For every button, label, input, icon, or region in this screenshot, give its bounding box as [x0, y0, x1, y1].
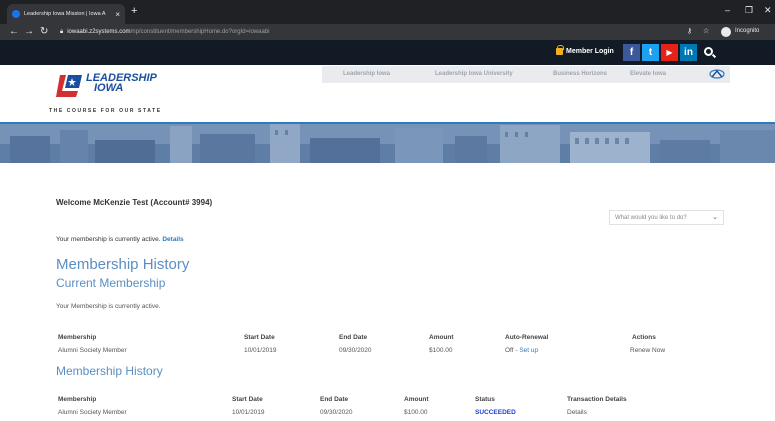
skyline-banner	[0, 122, 775, 163]
back-arrow-icon[interactable]: ←	[9, 26, 19, 38]
cell-end-date: 09/30/2020	[339, 347, 372, 354]
cell-end-date: 09/30/2020	[320, 409, 353, 416]
tab-close-icon[interactable]: ×	[115, 10, 120, 19]
transaction-details-link[interactable]: Details	[567, 409, 587, 416]
status-badge: SUCCEEDED	[475, 409, 516, 416]
new-tab-button[interactable]: +	[131, 6, 137, 17]
browser-tab-bar: Leadership Iowa Mission | Iowa A × + – ❐…	[0, 0, 775, 24]
auto-renewal-status: Off -	[505, 347, 520, 354]
cell-membership: Alumni Society Member	[58, 409, 127, 416]
banner-accent-line	[0, 122, 775, 124]
action-select[interactable]: What would you like to do? ⌄	[609, 210, 724, 225]
youtube-icon[interactable]: ▶	[661, 44, 678, 61]
favicon-icon	[12, 10, 20, 18]
browser-tab[interactable]: Leadership Iowa Mission | Iowa A ×	[7, 4, 125, 24]
member-login-link[interactable]: Member Login	[556, 45, 614, 55]
minimize-button[interactable]: –	[725, 5, 730, 15]
star-icon[interactable]: ☆	[703, 27, 709, 35]
col-membership: Membership	[58, 396, 97, 403]
top-nav: Leadership Iowa Leadership Iowa Universi…	[322, 66, 730, 83]
url-input[interactable]: 🔒︎ iowaabi.z2systems.com /np/constituent…	[60, 26, 680, 38]
col-end-date: End Date	[320, 396, 349, 403]
cell-start-date: 10/01/2019	[232, 409, 265, 416]
col-actions: Actions	[632, 334, 656, 341]
incognito-label: Incognito	[735, 28, 760, 34]
cell-auto-renewal: Off - Set up	[505, 347, 538, 354]
nav-leadership-iowa[interactable]: Leadership Iowa	[343, 71, 390, 77]
nav-elevate-iowa[interactable]: Elevate Iowa	[630, 71, 666, 77]
incognito-icon[interactable]	[721, 27, 731, 37]
twitter-icon[interactable]: t	[642, 44, 659, 61]
key-icon[interactable]: ⚷	[687, 27, 692, 35]
tab-title: Leadership Iowa Mission | Iowa A	[24, 11, 106, 17]
nav-leadership-iowa-university[interactable]: Leadership Iowa University	[435, 71, 513, 77]
secure-lock-icon: 🔒︎	[60, 28, 64, 35]
search-icon[interactable]	[704, 47, 713, 56]
action-select-placeholder: What would you like to do?	[615, 215, 687, 221]
site-top-bar: Member Login f t ▶ in	[0, 40, 775, 65]
col-auto-renewal: Auto-Renewal	[505, 334, 549, 341]
close-window-button[interactable]: ✕	[764, 5, 772, 16]
col-transaction-details: Transaction Details	[567, 396, 627, 403]
cell-start-date: 10/01/2019	[244, 347, 277, 354]
skyline-image	[0, 122, 775, 163]
cell-amount: $100.00	[404, 409, 428, 416]
cell-membership: Alumni Society Member	[58, 347, 127, 354]
abi-logo-icon[interactable]	[709, 69, 725, 79]
current-membership-note: Your Membership is currently active.	[56, 303, 161, 310]
renew-now-link[interactable]: Renew Now	[630, 347, 665, 354]
tagline: THE COURSE FOR OUR STATE	[49, 108, 162, 114]
url-path: /np/constituent/membershipHome.do?orgId=…	[130, 29, 270, 35]
col-amount: Amount	[429, 334, 454, 341]
col-end-date: End Date	[339, 334, 368, 341]
facebook-icon[interactable]: f	[623, 44, 640, 61]
col-start-date: Start Date	[244, 334, 275, 341]
logo-wordmark[interactable]: LEADERSHIP IOWA	[86, 73, 157, 94]
membership-status-text: Your membership is currently active.	[56, 236, 161, 243]
col-status: Status	[475, 396, 495, 403]
col-amount: Amount	[404, 396, 429, 403]
status-details-link[interactable]: Details	[162, 236, 183, 243]
nav-business-horizons[interactable]: Business Horizons	[553, 71, 607, 77]
col-membership: Membership	[58, 334, 97, 341]
set-up-link[interactable]: Set up	[519, 347, 538, 354]
member-login-label: Member Login	[566, 48, 614, 55]
maximize-button[interactable]: ❐	[745, 5, 753, 16]
url-host: iowaabi.z2systems.com	[67, 29, 131, 35]
forward-arrow-icon[interactable]: →	[24, 26, 34, 38]
logo-line-2: IOWA	[94, 82, 124, 94]
reload-icon[interactable]: ↻	[40, 26, 48, 38]
leadership-iowa-logo-icon[interactable]	[56, 75, 82, 97]
lock-icon	[556, 45, 564, 55]
cell-amount: $100.00	[429, 347, 453, 354]
membership-history-heading: Membership History	[56, 256, 190, 273]
chevron-down-icon: ⌄	[712, 214, 718, 221]
col-start-date: Start Date	[232, 396, 263, 403]
welcome-message: Welcome McKenzie Test (Account# 3994)	[56, 198, 213, 207]
current-membership-heading: Current Membership	[56, 276, 166, 290]
linkedin-icon[interactable]: in	[680, 44, 697, 61]
membership-status-line: Your membership is currently active. Det…	[56, 236, 184, 243]
membership-history-subheading: Membership History	[56, 364, 163, 378]
address-bar: ← → ↻ 🔒︎ iowaabi.z2systems.com /np/const…	[0, 24, 775, 40]
